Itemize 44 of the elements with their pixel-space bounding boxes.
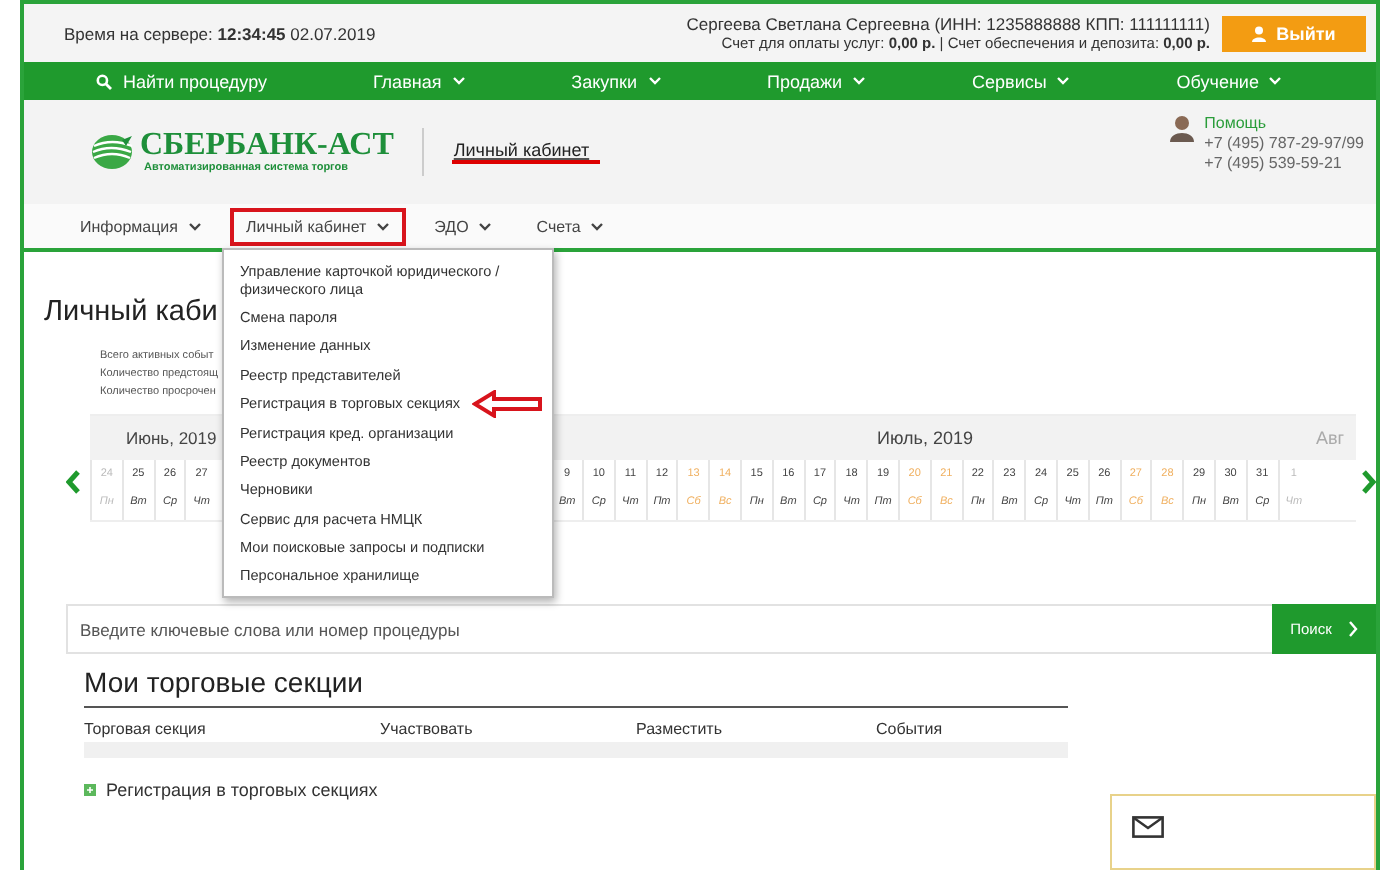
subnav-tab[interactable]: Информация <box>64 207 218 245</box>
column-header: События <box>876 720 945 738</box>
nav-menu-item[interactable]: Главная <box>372 71 466 91</box>
sphere-logo-icon <box>90 134 134 170</box>
phone-number: +7 (495) 787-29-97/99 <box>1204 134 1364 154</box>
month-label: Авг <box>1313 428 1347 448</box>
subnav-tab[interactable]: ЭДО <box>418 207 509 245</box>
nav-menu-item[interactable]: Продажи <box>766 71 867 91</box>
chevron-down-icon <box>376 221 391 231</box>
chevron-right-icon[interactable] <box>1360 470 1376 494</box>
chevron-down-icon <box>478 221 493 231</box>
envelope-icon <box>1132 816 1164 838</box>
person-avatar-icon <box>1170 114 1195 142</box>
column-header: Разместить <box>636 720 725 738</box>
nav-menu-item[interactable]: Найти процедуру <box>96 71 267 91</box>
nav-menu-item[interactable]: Сервисы <box>972 71 1071 91</box>
phone-number: +7 (495) 539-59-21 <box>1204 154 1344 174</box>
month-label: Июль, 2019 <box>875 428 975 448</box>
page-title: Личный каби <box>44 296 218 328</box>
chevron-left-icon[interactable] <box>66 470 82 494</box>
chevron-down-icon <box>647 76 661 86</box>
expand-square-icon[interactable] <box>84 784 96 796</box>
chevron-down-icon <box>852 76 867 86</box>
chevron-down-icon <box>1268 76 1283 86</box>
nav-menu-item[interactable]: Закупки <box>571 71 661 91</box>
subnav-tab[interactable]: Счета <box>520 207 621 245</box>
user-name: Сергеева Светлана Сергеевна (ИНН: 1235888888 КПП: 111111111) <box>686 15 1210 33</box>
user-icon <box>1252 25 1267 41</box>
server-time: Время на сервере: 12:34:45 02.07.2019 <box>64 23 378 43</box>
nav-menu-item[interactable]: Обучение <box>1176 71 1283 91</box>
cabinet-link[interactable]: Личный кабинет <box>451 140 600 164</box>
month-label: Июнь, 2019 <box>126 428 217 448</box>
registration-link[interactable]: Регистрация в торговых секциях <box>106 780 378 800</box>
chevron-down-icon <box>451 76 466 86</box>
subnav-tab[interactable]: Личный кабинет <box>229 207 407 245</box>
column-header: Участвовать <box>380 720 475 738</box>
chevron-right-icon <box>1347 620 1358 638</box>
chevron-down-icon <box>187 221 202 231</box>
logo-name: СБЕРБАНК-АСТ <box>140 130 394 162</box>
column-header: Торговая секция <box>84 720 208 738</box>
chevron-down-icon <box>590 221 605 231</box>
section-heading: Мои торговые секции <box>84 666 1068 708</box>
chevron-down-icon <box>1056 76 1071 86</box>
search-icon <box>96 73 113 89</box>
